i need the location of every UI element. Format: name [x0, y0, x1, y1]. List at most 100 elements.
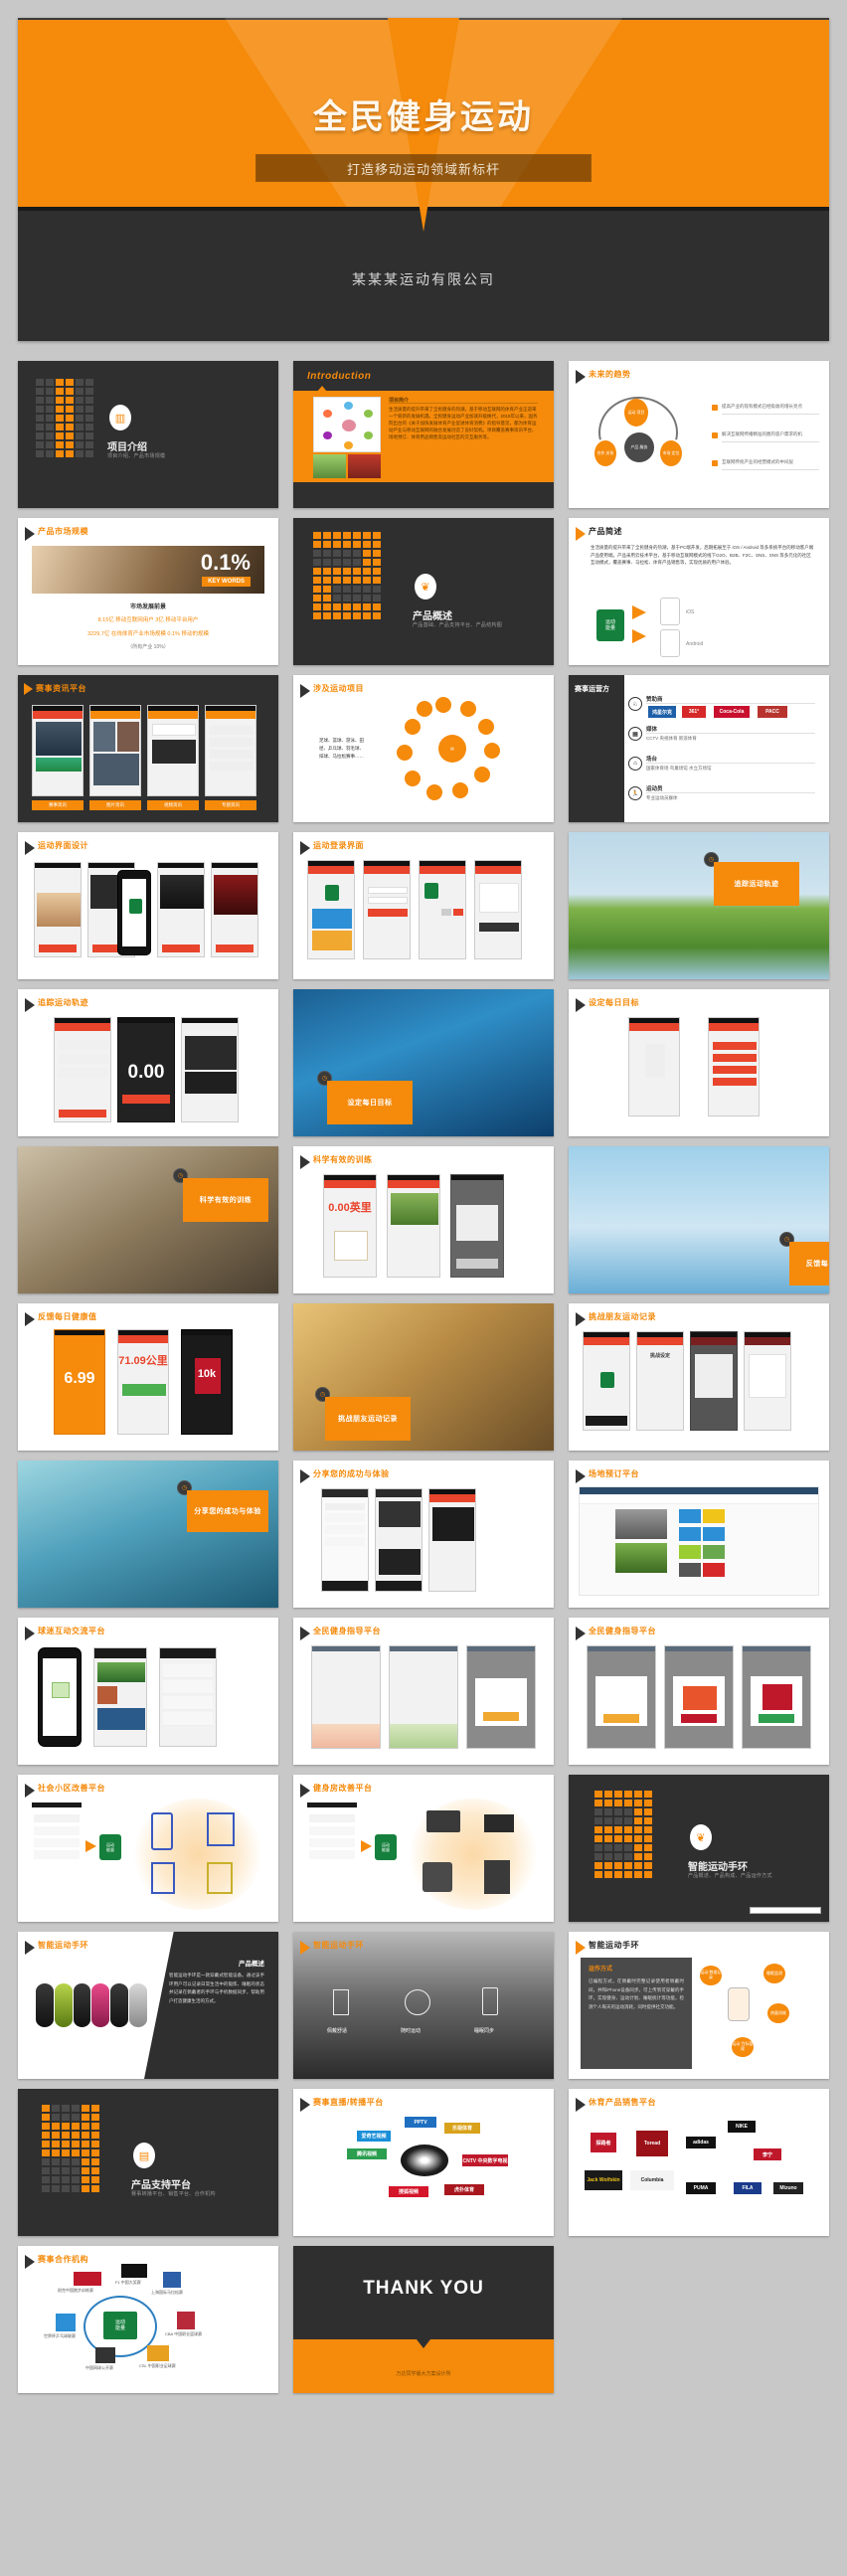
wheel-node-7	[426, 784, 442, 800]
thumb-slide-4[interactable]: 产品市场规模 0.1% KEY WORDS 市场发展前景 8.15亿 移动互联网…	[18, 518, 278, 665]
brand-logo-10: Mizuno	[773, 2182, 803, 2194]
thumb-slide-9[interactable]: 赛事运营方 ♘ 赞助商 鸿星尔克 361° Coca-Cola PACC ▦ 媒…	[569, 675, 829, 822]
triangle-bullet-icon	[576, 2098, 586, 2112]
thumb-slide-13[interactable]: 追踪运动轨迹 0.00	[18, 989, 278, 1136]
thumb-slide-33[interactable]: 智能运动手环 运作方式 已编程方式，在佩戴时完整记录使用者佩戴时间，并和iPho…	[569, 1932, 829, 2079]
hero-slide[interactable]: 全民健身运动 打造移动运动领域新标杆 某某某运动有限公司	[18, 18, 829, 341]
thumb-title: 追踪运动轨迹	[38, 998, 88, 1007]
operator-icon-2: ▦	[628, 727, 642, 741]
phone-mock-3	[159, 1647, 217, 1747]
thumb-slide-6[interactable]: 产品简述 生活质量的提升带来了全民健身的热潮，基于PC端开发，后期拓展至于 iO…	[569, 518, 829, 665]
thumb-slide-16[interactable]: ◷ 科学有效的训练	[18, 1146, 278, 1293]
partner-center: 运动 能量	[103, 2312, 137, 2339]
thumb-slide-37[interactable]: 赛事合作机构 运动 能量 耐克中国跑步训练赛 F1 中国大奖赛 上海国际马拉松赛 …	[18, 2246, 278, 2393]
thumb-slide-15[interactable]: 设定每日目标	[569, 989, 829, 1136]
thumb-title: 科学有效的训练	[313, 1155, 373, 1164]
thumb-title: 项目介绍	[107, 442, 147, 453]
operator-sub-4: 专业运动员群体	[646, 795, 678, 800]
thumb-slide-27[interactable]: 全民健身指导平台	[569, 1618, 829, 1765]
market-stat-1: 8.15亿 移动互联网用户 3亿 移动平台用户	[97, 617, 199, 623]
thumb-slide-35[interactable]: 赛事直播/转播平台 爱奇艺视频 PPTV 乐视体育 腾讯视频 CNTV 中央数字…	[293, 2089, 554, 2236]
thumb-slide-24[interactable]: 场地预订平台	[569, 1460, 829, 1608]
wheel-node-1	[435, 697, 451, 713]
thumb-slide-3[interactable]: 未来的趋势 运动 项目 产品 服务 合作 关系 市场 定位 提高产业的现有模式已…	[569, 361, 829, 508]
arrow-icon	[85, 1840, 96, 1852]
wheel-node-6	[452, 782, 468, 798]
app-badge: 运动 能量	[596, 609, 624, 641]
leaf-icon: ❦	[690, 1824, 712, 1850]
triangle-bullet-icon	[300, 1941, 310, 1955]
monitor-icon: ▤	[133, 2143, 155, 2168]
phone-mock-3	[466, 1645, 536, 1749]
thumb-slide-22[interactable]: ◷ 分享您的成功与体验	[18, 1460, 278, 1608]
keyword-value: 0.1%	[200, 550, 251, 575]
thumb-slide-19[interactable]: 反馈每日健康值 6.99 71.09公里 10k	[18, 1303, 278, 1451]
thumb-slide-26[interactable]: 全民健身指导平台	[293, 1618, 554, 1765]
thumb-slide-7[interactable]: 赛事资讯平台 赛事资讯 图片资讯 视频资讯 专题资讯	[18, 675, 278, 822]
thumb-slide-34[interactable]: ▤ 产品支持平台 赛事转播平台、销售平台、合作机构	[18, 2089, 278, 2236]
node-2: 合作 关系	[594, 440, 616, 466]
brand-logo-9: PUMA	[686, 2182, 716, 2194]
phone-sketch	[728, 1987, 750, 2021]
thumb-slide-29[interactable]: 健身房改善平台 运动 能量	[293, 1775, 554, 1922]
flow-node-4: 运动 目标管理	[732, 2037, 754, 2057]
thumb-slide-32[interactable]: 智能运动手环 佩戴舒适 随时运动 睡眠同步	[293, 1932, 554, 2079]
phone-mock-center	[117, 870, 151, 955]
thumb-slide-5[interactable]: ❦ 产品概述 产品基础、产品支持平台、产品结构图	[293, 518, 554, 665]
phone-mock-1	[587, 1645, 656, 1749]
brand-logo-8: FILA	[734, 2182, 762, 2194]
thumb-slide-12[interactable]: ◷ 追踪运动轨迹	[569, 832, 829, 979]
train-metric: 0.00英里	[328, 1202, 372, 1214]
app-badge: 运动 能量	[99, 1834, 121, 1860]
phone-mock-1	[628, 1017, 680, 1116]
triangle-bullet-icon	[300, 1155, 310, 1169]
thumb-title: 产品支持平台	[131, 2180, 191, 2191]
thumb-slide-31[interactable]: 智能运动手环 产品概述 智能运动手环是一款穿戴式智能设备。通过该手环用户可以记录…	[18, 1932, 278, 2079]
triangle-bullet-icon	[576, 1312, 586, 1326]
partner-logo-4	[177, 2312, 195, 2329]
thumb-title: 未来的趋势	[589, 370, 631, 379]
thumb-slide-2[interactable]: Introduction 项目简介 生活质量的提升带来了全民健身的热潮，基于移动…	[293, 361, 554, 508]
phone-mock-2	[708, 1017, 760, 1116]
wheel-node-8	[405, 771, 421, 786]
thumb-slide-11[interactable]: 运动登录界面	[293, 832, 554, 979]
thumb-slide-20[interactable]: ◷ 挑战朋友运动记录	[293, 1303, 554, 1451]
thumb-slide-30[interactable]: ❦ 智能运动手环 产品概述、产品构成、产品运作方式	[569, 1775, 829, 1922]
triangle-bullet-icon	[25, 527, 35, 541]
thumb-slide-21[interactable]: 挑战朋友运动记录 挑战设定	[569, 1303, 829, 1451]
thumb-title: 产品概述	[413, 611, 452, 622]
band-photos	[36, 1983, 147, 2027]
runner-photo	[569, 832, 829, 979]
thumb-title: 赛事运营方	[575, 686, 609, 693]
partner-label-4: CBA 中国职业篮球赛	[165, 2331, 203, 2336]
media-logo-3: 乐视体育	[444, 2123, 480, 2134]
phone-mock-3	[742, 1645, 811, 1749]
thumb-slide-8[interactable]: 涉及运动项目 足球、篮球、游泳、田径、乒乓球、羽毛球、排球、马拉松赛事…… ▤	[293, 675, 554, 822]
thumb-slide-23[interactable]: 分享您的成功与体验	[293, 1460, 554, 1608]
thumb-slide-17[interactable]: 科学有效的训练 0.00英里	[293, 1146, 554, 1293]
bullet-icon-3	[712, 460, 718, 466]
gym-equipment-3	[423, 1862, 452, 1892]
thumb-slide-36[interactable]: 休育产品销售平台 探路者 Toread Jack Wolfskin Columb…	[569, 2089, 829, 2236]
phone-button-1: 赛事资讯	[32, 800, 84, 810]
thumb-slide-18[interactable]: ◷ 反馈每日健康值	[569, 1146, 829, 1293]
market-stat-3: （所有产业 10%）	[127, 644, 169, 650]
phone-mock-1	[32, 705, 84, 796]
thumb-slide-28[interactable]: 社会小区改善平台 运动 能量	[18, 1775, 278, 1922]
operator-icon-3: ⌂	[628, 757, 642, 771]
thumb-slide-1[interactable]: ▥ 项目介绍 项目介绍、产品市场规模	[18, 361, 278, 508]
thumb-slide-14[interactable]: ◷ 设定每日目标	[293, 989, 554, 1136]
phone-mock-4	[211, 862, 258, 957]
hero-title: 全民健身运动	[313, 98, 534, 136]
dot-matrix	[36, 379, 93, 457]
app-badge: 运动 能量	[375, 1834, 397, 1860]
thumb-slide-10[interactable]: 运动界面设计	[18, 832, 278, 979]
thumb-slide-25[interactable]: 球迷互动交流平台	[18, 1618, 278, 1765]
feature-label-2: 随时运动	[401, 2028, 422, 2034]
photo-caption: 设定每日目标	[327, 1081, 413, 1124]
flow-node-2: 睡眠监测	[763, 1964, 785, 1983]
operator-label-3: 场台	[646, 757, 658, 763]
thumb-slide-38[interactable]: THANK YOU 万达同学版大方案设计所	[293, 2246, 554, 2393]
triangle-bullet-icon	[300, 2098, 310, 2112]
thumb-subtitle: 产品概述、产品构成、产品运作方式	[688, 1873, 772, 1879]
